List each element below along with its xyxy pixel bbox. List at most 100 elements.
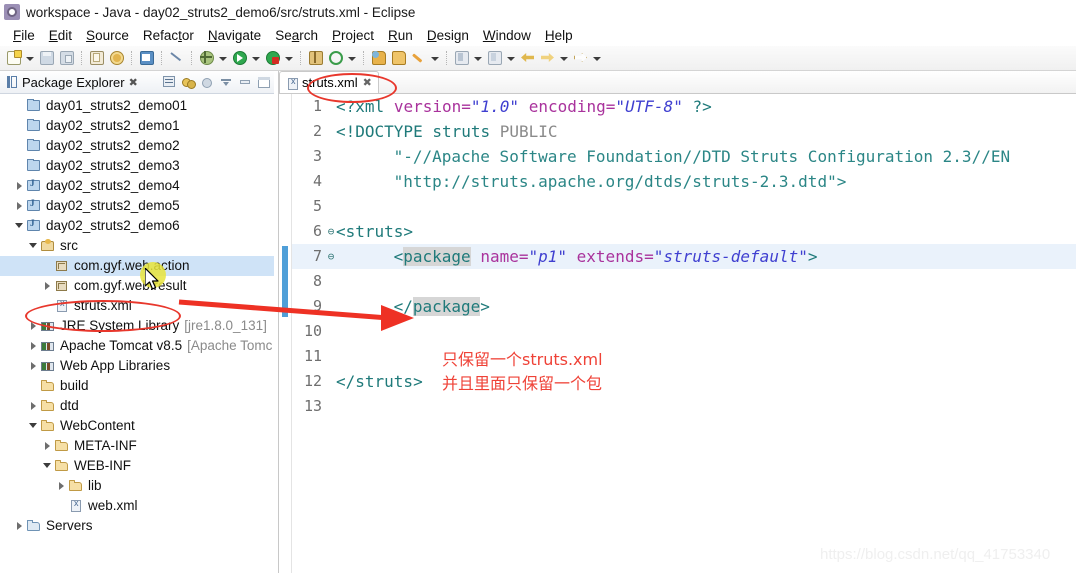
tree-item-day02-struts2-demo4[interactable]: day02_struts2_demo4 — [0, 176, 274, 196]
close-icon[interactable]: ✖ — [363, 76, 372, 89]
code-line-11[interactable]: 11 — [292, 344, 1076, 369]
link-with-editor-icon[interactable] — [168, 49, 186, 67]
tree-item-src[interactable]: src — [0, 236, 274, 256]
tree-item-com-gyf-web-result[interactable]: com.gyf.web.result — [0, 276, 274, 296]
code-line-2[interactable]: 2 <!DOCTYPE struts PUBLIC — [292, 119, 1076, 144]
tree-item-web-xml[interactable]: web.xml — [0, 496, 274, 516]
tree-item-day02-struts2-demo1[interactable]: day02_struts2_demo1 — [0, 116, 274, 136]
new-dropdown-arrow[interactable] — [24, 50, 35, 66]
back-icon[interactable] — [519, 49, 537, 67]
menu-window[interactable]: Window — [476, 27, 538, 44]
new-wizard-icon[interactable] — [5, 49, 23, 67]
menu-file[interactable]: File — [6, 27, 42, 44]
code-line-6[interactable]: 6 ⊖ <struts> — [292, 219, 1076, 244]
tree-item-day02-struts2-demo5[interactable]: day02_struts2_demo5 — [0, 196, 274, 216]
run-dropdown-arrow[interactable] — [250, 50, 261, 66]
chevron-down-icon[interactable] — [14, 216, 26, 236]
refresh-dropdown-arrow[interactable] — [346, 50, 357, 66]
code-line-1[interactable]: 1 <?xml version="1.0" encoding="UTF-8" ?> — [292, 94, 1076, 119]
tree-item-web-app-libraries[interactable]: Web App Libraries — [0, 356, 274, 376]
menu-edit[interactable]: Edit — [42, 27, 79, 44]
code-folding-marker[interactable]: ⊖ — [326, 244, 336, 269]
tree-item-build[interactable]: build — [0, 376, 274, 396]
forward-dropdown-arrow[interactable] — [558, 50, 569, 66]
link-with-editor-icon[interactable] — [179, 74, 197, 90]
code-line-3[interactable]: 3 "-//Apache Software Foundation//DTD Str… — [292, 144, 1076, 169]
tree-item-struts-xml[interactable]: struts.xml — [0, 296, 274, 316]
tree-item-meta-inf[interactable]: META-INF — [0, 436, 274, 456]
menu-search[interactable]: Search — [268, 27, 325, 44]
forward-icon[interactable] — [539, 49, 557, 67]
menu-run[interactable]: Run — [381, 27, 420, 44]
maximize-icon[interactable] — [255, 74, 273, 90]
xml-source-code[interactable]: 1 <?xml version="1.0" encoding="UTF-8" ?>… — [292, 94, 1076, 573]
code-line-10[interactable]: 10 — [292, 319, 1076, 344]
tree-item-dtd[interactable]: dtd — [0, 396, 274, 416]
run-icon[interactable] — [231, 49, 249, 67]
coverage-icon[interactable] — [307, 49, 325, 67]
chevron-right-icon[interactable] — [28, 396, 40, 416]
debug-icon[interactable] — [198, 49, 216, 67]
tree-item-webcontent[interactable]: WebContent — [0, 416, 274, 436]
chevron-right-icon[interactable] — [42, 436, 54, 456]
save-all-icon[interactable] — [58, 49, 76, 67]
tree-item-day02-struts2-demo6[interactable]: day02_struts2_demo6 — [0, 216, 274, 236]
code-line-9[interactable]: 9 </package> — [292, 294, 1076, 319]
chevron-right-icon[interactable] — [28, 336, 40, 356]
open-task-icon[interactable] — [390, 49, 408, 67]
minimize-icon[interactable] — [236, 74, 254, 90]
code-line-12[interactable]: 12 </struts> — [292, 369, 1076, 394]
tree-item-web-inf[interactable]: WEB-INF — [0, 456, 274, 476]
menu-design[interactable]: Design — [420, 27, 476, 44]
code-line-7[interactable]: 7 ⊖ <package name="p1" extends="struts-def… — [292, 244, 1076, 269]
focus-on-active-task-icon[interactable] — [198, 74, 216, 90]
debug-dropdown-arrow[interactable] — [217, 50, 228, 66]
close-icon[interactable]: ✖ — [129, 76, 138, 89]
code-line-5[interactable]: 5 — [292, 194, 1076, 219]
editor-tab-struts-xml[interactable]: struts.xml ✖ — [279, 71, 379, 93]
tree-item-day01-struts2-demo01[interactable]: day01_struts2_demo01 — [0, 96, 274, 116]
menu-navigate[interactable]: Navigate — [201, 27, 268, 44]
tree-item-day02-struts2-demo2[interactable]: day02_struts2_demo2 — [0, 136, 274, 156]
menu-project[interactable]: Project — [325, 27, 381, 44]
menu-source[interactable]: Source — [79, 27, 136, 44]
chevron-right-icon[interactable] — [42, 276, 54, 296]
code-line-13[interactable]: 13 — [292, 394, 1076, 419]
editor-vertical-ruler[interactable] — [279, 94, 292, 573]
external-tools-dropdown-arrow[interactable] — [283, 50, 294, 66]
new-java-class-icon[interactable] — [138, 49, 156, 67]
editor-body[interactable]: 1 <?xml version="1.0" encoding="UTF-8" ?>… — [279, 94, 1076, 573]
save-icon[interactable] — [38, 49, 56, 67]
tree-item-com-gyf-web-action[interactable]: com.gyf.web.action — [0, 256, 274, 276]
menu-help[interactable]: Help — [538, 27, 580, 44]
chevron-right-icon[interactable] — [56, 476, 68, 496]
undo-history-icon[interactable] — [108, 49, 126, 67]
previous-annotation-arrow[interactable] — [505, 50, 516, 66]
view-menu-icon[interactable] — [217, 74, 235, 90]
chevron-right-icon[interactable] — [28, 356, 40, 376]
project-tree[interactable]: day01_struts2_demo01 day02_struts2_demo1 d… — [0, 94, 274, 573]
tree-item-lib[interactable]: lib — [0, 476, 274, 496]
chevron-right-icon[interactable] — [28, 316, 40, 336]
chevron-down-icon[interactable] — [28, 416, 40, 436]
refresh-icon[interactable] — [327, 49, 345, 67]
print-icon[interactable] — [88, 49, 106, 67]
chevron-down-icon[interactable] — [28, 236, 40, 256]
chevron-right-icon[interactable] — [14, 196, 26, 216]
chevron-down-icon[interactable] — [42, 456, 54, 476]
previous-annotation-icon[interactable] — [486, 49, 504, 67]
jump-dropdown-arrow[interactable] — [591, 50, 602, 66]
jump-icon[interactable] — [572, 49, 590, 67]
tree-item-apache-tomcat-v8-5[interactable]: Apache Tomcat v8.5 [Apache Tomc — [0, 336, 274, 356]
next-annotation-icon[interactable] — [453, 49, 471, 67]
code-line-4[interactable]: 4 "http://struts.apache.org/dtds/struts-2… — [292, 169, 1076, 194]
tree-item-day02-struts2-demo3[interactable]: day02_struts2_demo3 — [0, 156, 274, 176]
tree-item-servers[interactable]: Servers — [0, 516, 274, 536]
tree-item-jre-system-library[interactable]: JRE System Library [jre1.8.0_131] — [0, 316, 274, 336]
open-type-icon[interactable] — [370, 49, 388, 67]
search-icon[interactable] — [410, 49, 428, 67]
chevron-right-icon[interactable] — [14, 176, 26, 196]
search-dropdown-arrow[interactable] — [429, 50, 440, 66]
next-annotation-arrow[interactable] — [472, 50, 483, 66]
chevron-right-icon[interactable] — [14, 516, 26, 536]
